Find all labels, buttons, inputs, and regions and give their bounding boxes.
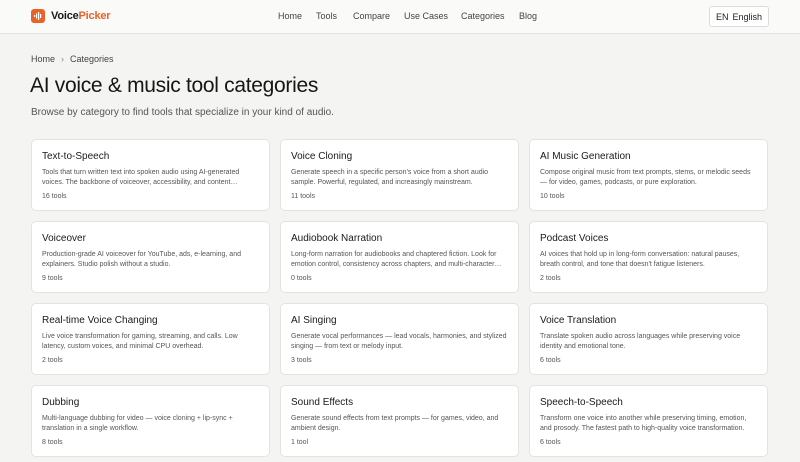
- category-card-real-time-voice-changing[interactable]: Real-time Voice Changing Live voice tran…: [31, 303, 270, 375]
- card-tool-count: 6 tools: [540, 439, 561, 446]
- brand-name-part2: Picker: [78, 10, 111, 22]
- top-header: VoicePicker Home Tools Compare Use Cases…: [0, 0, 800, 34]
- brand-name: VoicePicker: [51, 10, 111, 22]
- category-card-ai-singing[interactable]: AI Singing Generate vocal performances —…: [280, 303, 519, 375]
- card-description: Long-form narration for audiobooks and c…: [291, 251, 502, 268]
- category-card-text-to-speech[interactable]: Text-to-Speech Tools that turn written t…: [31, 139, 270, 211]
- brand-logo[interactable]: VoicePicker: [31, 9, 111, 23]
- brand-name-part1: Voice: [51, 10, 79, 22]
- card-title: Audiobook Narration: [291, 233, 383, 244]
- card-title: Voiceover: [42, 233, 86, 244]
- card-title: Podcast Voices: [540, 233, 609, 244]
- category-card-speech-to-speech[interactable]: Speech-to-Speech Transform one voice int…: [529, 385, 768, 457]
- card-title: Real-time Voice Changing: [42, 315, 158, 326]
- category-card-podcast-voices[interactable]: Podcast Voices AI voices that hold up in…: [529, 221, 768, 293]
- breadcrumb-current: Categories: [70, 54, 114, 64]
- card-description: Live voice transformation for gaming, st…: [42, 333, 238, 350]
- category-card-voice-translation[interactable]: Voice Translation Translate spoken audio…: [529, 303, 768, 375]
- breadcrumb-home[interactable]: Home: [31, 54, 55, 64]
- card-title: AI Music Generation: [540, 151, 631, 162]
- card-tool-count: 2 tools: [540, 275, 561, 282]
- card-tool-count: 16 tools: [42, 193, 67, 200]
- language-switcher[interactable]: EN English: [709, 6, 769, 27]
- category-card-ai-music-generation[interactable]: AI Music Generation Compose original mus…: [529, 139, 768, 211]
- page-subtitle: Browse by category to find tools that sp…: [31, 107, 334, 118]
- language-label: English: [732, 11, 763, 22]
- category-card-dubbing[interactable]: Dubbing Multi-language dubbing for video…: [31, 385, 270, 457]
- card-title: Speech-to-Speech: [540, 397, 623, 408]
- page-title: AI voice & music tool categories: [30, 74, 319, 97]
- nav-tools[interactable]: Tools: [316, 11, 337, 21]
- card-title: Voice Translation: [540, 315, 617, 326]
- nav-compare[interactable]: Compare: [353, 11, 390, 21]
- card-description: Generate sound effects from text prompts…: [291, 415, 499, 432]
- chevron-right-icon: ›: [61, 54, 65, 64]
- card-tool-count: 1 tool: [291, 439, 309, 446]
- card-description: Production-grade AI voiceover for YouTub…: [42, 251, 241, 268]
- nav-home[interactable]: Home: [278, 11, 302, 21]
- card-description: Translate spoken audio across languages …: [540, 333, 741, 350]
- card-title: Sound Effects: [291, 397, 354, 408]
- nav-blog[interactable]: Blog: [519, 11, 537, 21]
- card-description: Transform one voice into another while p…: [540, 415, 747, 432]
- card-tool-count: 11 tools: [291, 193, 315, 200]
- breadcrumb: Home › Categories: [31, 54, 114, 64]
- card-description: Multi-language dubbing for video — voice…: [42, 415, 233, 432]
- card-description: Generate vocal performances — lead vocal…: [291, 333, 507, 350]
- nav-use-cases[interactable]: Use Cases: [404, 11, 448, 21]
- card-tool-count: 0 tools: [291, 275, 312, 282]
- card-description: Generate speech in a specific person's v…: [291, 169, 489, 186]
- card-description: AI voices that hold up in long-form conv…: [540, 251, 740, 268]
- card-description: Compose original music from text prompts…: [540, 169, 751, 186]
- waveform-icon: [31, 9, 45, 23]
- language-code: EN: [715, 11, 729, 22]
- category-card-audiobook-narration[interactable]: Audiobook Narration Long-form narration …: [280, 221, 519, 293]
- card-description: Tools that turn written text into spoken…: [42, 169, 240, 186]
- nav-categories[interactable]: Categories: [461, 11, 505, 21]
- card-tool-count: 10 tools: [540, 193, 565, 200]
- card-tool-count: 6 tools: [540, 357, 561, 364]
- category-card-voice-cloning[interactable]: Voice Cloning Generate speech in a speci…: [280, 139, 519, 211]
- card-tool-count: 2 tools: [42, 357, 63, 364]
- card-tool-count: 9 tools: [42, 275, 63, 282]
- category-card-voiceover[interactable]: Voiceover Production-grade AI voiceover …: [31, 221, 270, 293]
- card-title: Voice Cloning: [291, 151, 353, 162]
- card-title: Text-to-Speech: [42, 151, 110, 162]
- card-title: AI Singing: [291, 315, 337, 326]
- category-card-sound-effects[interactable]: Sound Effects Generate sound effects fro…: [280, 385, 519, 457]
- card-tool-count: 3 tools: [291, 357, 312, 364]
- card-title: Dubbing: [42, 397, 80, 408]
- card-tool-count: 8 tools: [42, 439, 63, 446]
